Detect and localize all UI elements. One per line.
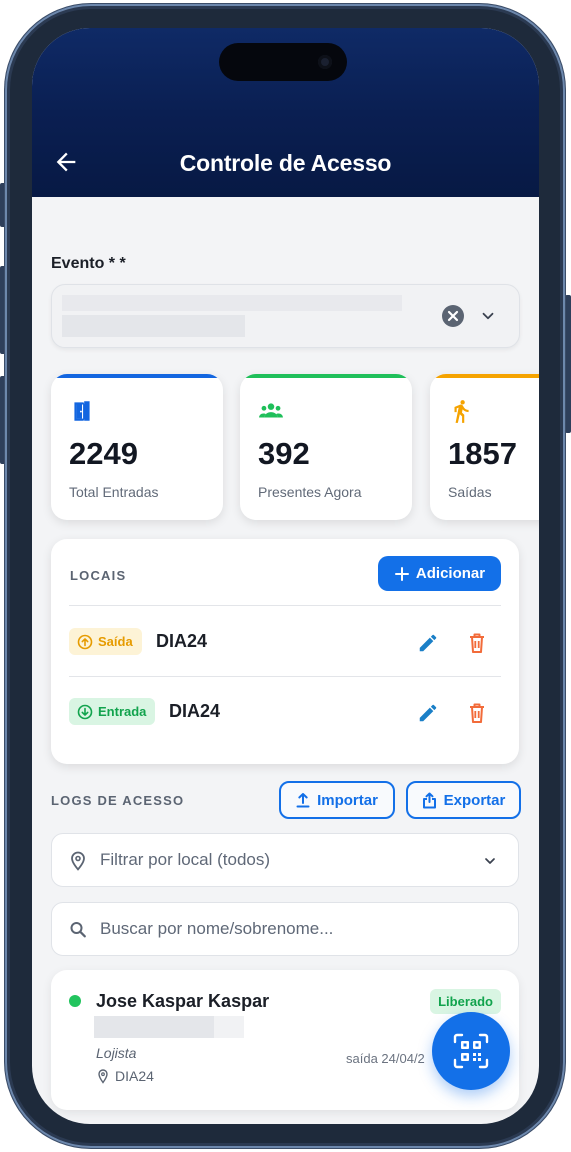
dynamic-island <box>219 43 347 81</box>
log-location: DIA24 <box>115 1068 154 1084</box>
location-pin-icon <box>98 1069 108 1084</box>
add-local-label: Adicionar <box>415 565 486 582</box>
group-icon <box>259 403 283 418</box>
door-icon <box>74 401 90 421</box>
import-label: Importar <box>317 791 378 809</box>
walking-icon <box>454 400 469 423</box>
chevron-down-icon <box>485 858 495 864</box>
import-button[interactable]: Importar <box>279 781 395 819</box>
divider <box>69 676 501 677</box>
stat-card-saidas: 1857 Saídas <box>430 374 539 520</box>
arrow-up-circle-icon <box>77 634 93 649</box>
power-button <box>565 295 571 433</box>
app-header: Controle de Acesso <box>32 28 539 197</box>
search-icon <box>70 922 86 938</box>
filter-local-select[interactable]: Filtrar por local (todos) <box>51 833 519 887</box>
page-title: Controle de Acesso <box>179 150 392 176</box>
stat-card-entradas: 2249 Total Entradas <box>51 374 223 520</box>
log-time: saída 24/04/2 <box>346 1051 425 1066</box>
location-pin-icon <box>71 851 85 871</box>
stat-value: 2249 <box>69 436 138 471</box>
badge-label: Saída <box>98 634 133 649</box>
status-badge: Liberado <box>430 989 501 1014</box>
stat-value: 392 <box>258 436 310 471</box>
badge-label: Entrada <box>98 704 147 719</box>
qr-scan-button[interactable] <box>432 1012 510 1090</box>
edit-icon[interactable] <box>417 702 439 724</box>
stats-row: 2249 Total Entradas 392 Presentes Agora … <box>51 374 539 522</box>
upload-icon <box>296 793 310 808</box>
stat-card-presentes: 392 Presentes Agora <box>240 374 412 520</box>
local-name: DIA24 <box>169 701 221 721</box>
status-badge: Entrada <box>69 698 156 725</box>
export-button[interactable]: Exportar <box>406 781 521 819</box>
clear-icon[interactable] <box>442 305 464 327</box>
log-role: Lojista <box>96 1045 137 1061</box>
qr-code-icon <box>453 1033 489 1069</box>
add-local-button[interactable]: Adicionar <box>378 556 501 591</box>
search-placeholder: Buscar por nome/sobrenome... <box>100 919 334 938</box>
evento-label: Evento * * <box>51 255 126 272</box>
divider <box>69 605 501 606</box>
trash-icon[interactable] <box>467 702 487 724</box>
camera-icon <box>318 55 332 69</box>
trash-icon[interactable] <box>467 632 487 654</box>
arrow-down-circle-icon <box>77 704 93 719</box>
edit-icon[interactable] <box>417 632 439 654</box>
redacted-value <box>62 295 402 311</box>
local-item: Saída DIA24 <box>69 622 501 662</box>
redacted-value <box>214 1016 244 1038</box>
locais-card: LOCAIS Adicionar Saída DIA24 Entrada DIA… <box>51 539 519 764</box>
status-badge: Saída <box>69 628 142 655</box>
redacted-value <box>62 315 245 337</box>
local-item: Entrada DIA24 <box>69 692 501 732</box>
chevron-down-icon[interactable] <box>479 307 497 325</box>
plus-icon <box>394 566 409 581</box>
status-dot <box>69 995 81 1007</box>
local-name: DIA24 <box>156 631 208 651</box>
share-icon <box>422 792 436 808</box>
export-label: Exportar <box>443 791 506 809</box>
redacted-value <box>94 1016 214 1038</box>
log-name: Jose Kaspar Kaspar <box>96 991 270 1011</box>
stat-label: Total Entradas <box>69 484 159 500</box>
section-title: LOCAIS <box>70 568 127 583</box>
section-title: LOGS DE ACESSO <box>51 793 185 808</box>
search-input[interactable]: Buscar por nome/sobrenome... <box>51 902 519 956</box>
filter-placeholder: Filtrar por local (todos) <box>100 850 271 869</box>
stat-label: Saídas <box>448 484 492 500</box>
stat-label: Presentes Agora <box>258 484 362 500</box>
stat-value: 1857 <box>448 436 517 471</box>
evento-select[interactable] <box>51 284 520 348</box>
phone-screen: Controle de Acesso Evento * * 2249 Total… <box>32 28 539 1124</box>
